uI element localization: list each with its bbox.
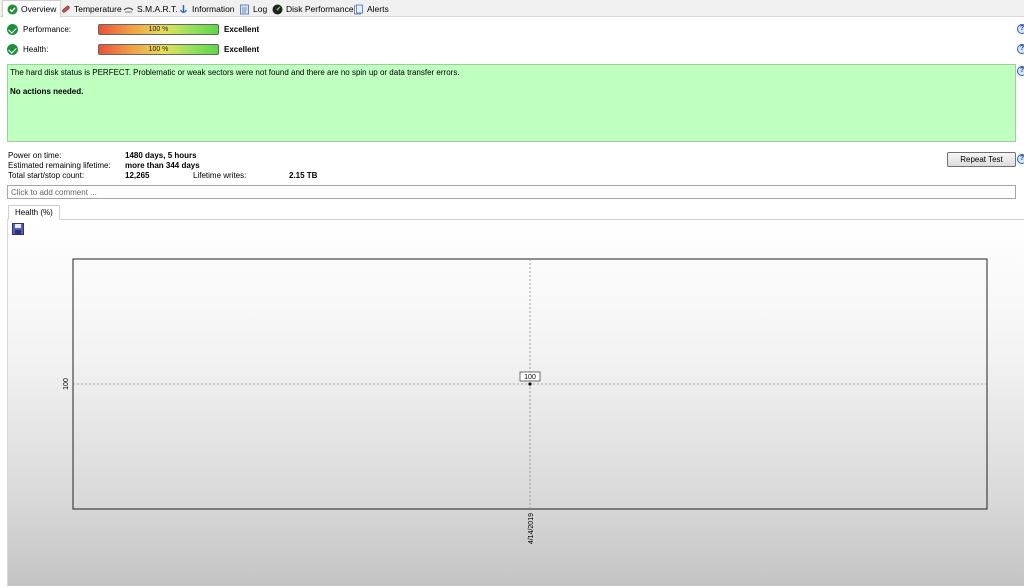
- tab-alerts[interactable]: Alerts: [348, 1, 394, 17]
- data-point: [528, 382, 532, 386]
- log-icon: [239, 4, 250, 15]
- tab-temperature[interactable]: Temperature: [55, 1, 127, 17]
- tab-bar: Overview Temperature S.M.A.R.T. Informat…: [0, 0, 1024, 18]
- tab-label: S.M.A.R.T.: [137, 4, 178, 14]
- info-icon: [178, 4, 189, 15]
- tab-overview[interactable]: Overview: [2, 0, 62, 18]
- chart-tab-label: Health (%): [15, 208, 53, 217]
- tab-label: Disk Performance: [286, 4, 354, 14]
- health-label: Health:: [23, 44, 49, 54]
- help-icon[interactable]: ?: [1017, 44, 1024, 54]
- comment-input[interactable]: [7, 185, 1016, 199]
- performance-row: Performance: 100 % Excellent: [7, 22, 1007, 36]
- health-row: Health: 100 % Excellent: [7, 42, 1007, 56]
- health-bar-text: 100 %: [148, 45, 169, 53]
- tab-health-chart[interactable]: Health (%): [8, 205, 60, 220]
- tab-label: Temperature: [74, 4, 122, 14]
- power-on-value: 1480 days, 5 hours: [125, 151, 197, 160]
- performance-bar-text: 100 %: [148, 25, 169, 33]
- tab-label: Information: [192, 4, 235, 14]
- tab-label: Overview: [21, 4, 57, 14]
- smart-drive-icon: [123, 4, 134, 15]
- performance-rating: Excellent: [224, 24, 260, 34]
- writes-value: 2.15 TB: [289, 171, 318, 180]
- help-icon[interactable]: ?: [1017, 66, 1024, 76]
- health-rating: Excellent: [224, 44, 260, 54]
- lifetime-value: more than 344 days: [125, 161, 200, 170]
- tab-information[interactable]: Information: [173, 1, 240, 17]
- help-icon[interactable]: ?: [1017, 24, 1024, 34]
- tab-label: Alerts: [367, 4, 389, 14]
- health-bar: 100 %: [98, 43, 219, 55]
- startstop-value: 12,265: [125, 171, 150, 180]
- y-tick-label: 100: [63, 378, 70, 390]
- status-message-action: No actions needed.: [10, 87, 84, 96]
- performance-label: Performance:: [23, 24, 72, 34]
- startstop-label: Total start/stop count:: [8, 171, 85, 180]
- status-message-text: The hard disk status is PERFECT. Problem…: [10, 68, 460, 77]
- tab-disk-performance[interactable]: Disk Performance: [267, 1, 359, 17]
- chart-area: 100 4/14/2019 100: [7, 219, 1024, 586]
- lifetime-label: Estimated remaining lifetime:: [8, 161, 111, 170]
- health-chart: 100 4/14/2019 100: [63, 258, 988, 544]
- check-icon: [7, 43, 18, 55]
- performance-bar: 100 %: [98, 23, 219, 35]
- repeat-test-button[interactable]: Repeat Test: [947, 152, 1016, 167]
- writes-label: Lifetime writes:: [193, 171, 247, 180]
- gauge-icon: [272, 4, 283, 15]
- data-label: 100: [524, 374, 536, 381]
- status-message-box: The hard disk status is PERFECT. Problem…: [7, 64, 1016, 142]
- help-icon[interactable]: ?: [1017, 154, 1024, 164]
- check-icon: [7, 23, 18, 35]
- x-tick-label: 4/14/2019: [528, 513, 535, 544]
- alerts-icon: [353, 4, 364, 15]
- power-on-label: Power on time:: [8, 151, 62, 160]
- thermometer-icon: [60, 4, 71, 15]
- check-circle-icon: [7, 4, 18, 15]
- tab-label: Log: [253, 4, 268, 14]
